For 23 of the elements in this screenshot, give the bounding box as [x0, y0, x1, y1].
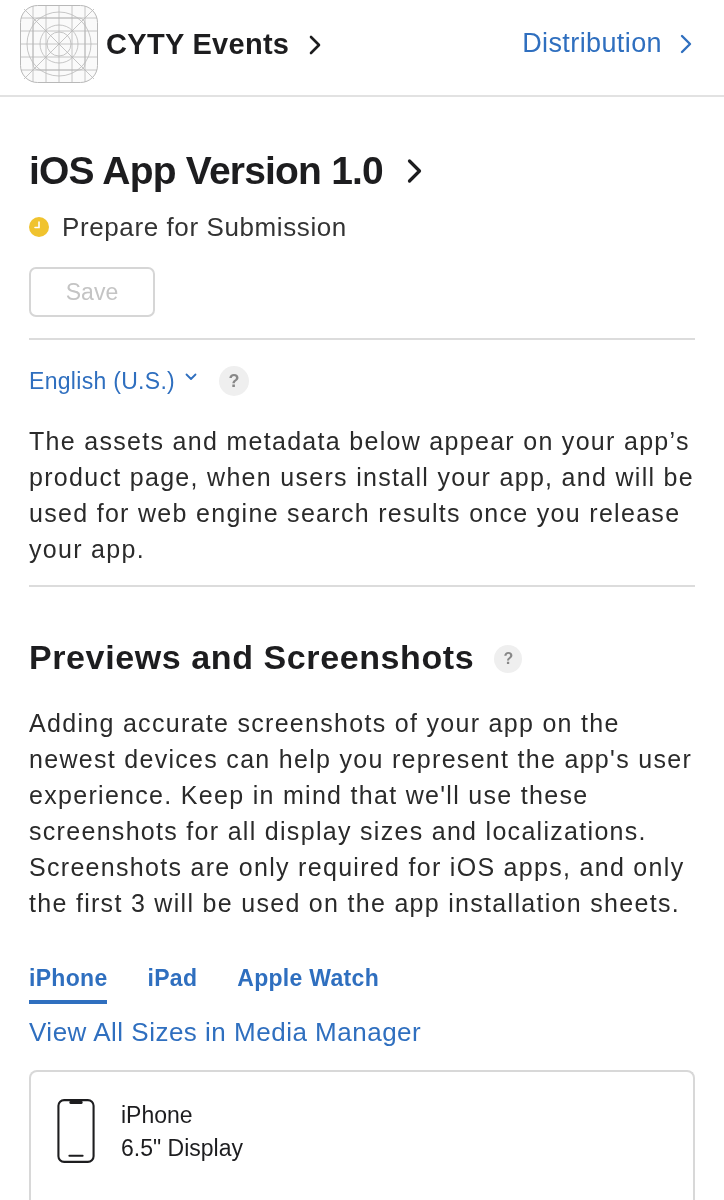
help-button[interactable]: ? [494, 645, 523, 673]
chevron-right-icon [406, 158, 422, 184]
chevron-right-icon [680, 33, 692, 54]
app-name-link[interactable]: CYTY Events [106, 28, 322, 61]
status-label: Prepare for Submission [62, 211, 347, 244]
device-name: iPhone [121, 1102, 194, 1129]
media-manager-link[interactable]: View All Sizes in Media Manager [29, 1012, 422, 1052]
localization-description: The assets and metadata below appear on your app’s product page, when users install your app, and will be used for web engine search results once you release your app. [29, 426, 695, 565]
display-size-label: 6.5" Display [121, 1135, 243, 1162]
device-tab[interactable]: Apple Watch [237, 965, 379, 1004]
help-button[interactable]: ? [219, 366, 250, 396]
app-icon-grid-icon[interactable] [20, 4, 98, 83]
device-tab[interactable]: iPad [147, 965, 198, 1004]
device-tab[interactable]: iPhone [29, 965, 108, 1004]
language-dropdown[interactable]: English (U.S.) [29, 367, 198, 395]
status-clock-icon [29, 217, 49, 237]
chevron-right-icon [309, 34, 322, 55]
distribution-link[interactable]: Distribution [522, 28, 692, 59]
caret-down-icon [185, 373, 198, 381]
section-heading: Previews and Screenshots [29, 637, 475, 677]
screenshots-description: Adding accurate screenshots of your app on the newest devices can help you represent the app's user experience. Keep in mind that we'll use these screenshots for all display sizes and localizations. Screenshots are only required for iOS apps, and only the first 3 will be used on the app installation sheets. [29, 708, 693, 919]
version-title-link[interactable]: iOS App Version 1.0 [29, 147, 422, 195]
phone-icon [57, 1098, 95, 1164]
